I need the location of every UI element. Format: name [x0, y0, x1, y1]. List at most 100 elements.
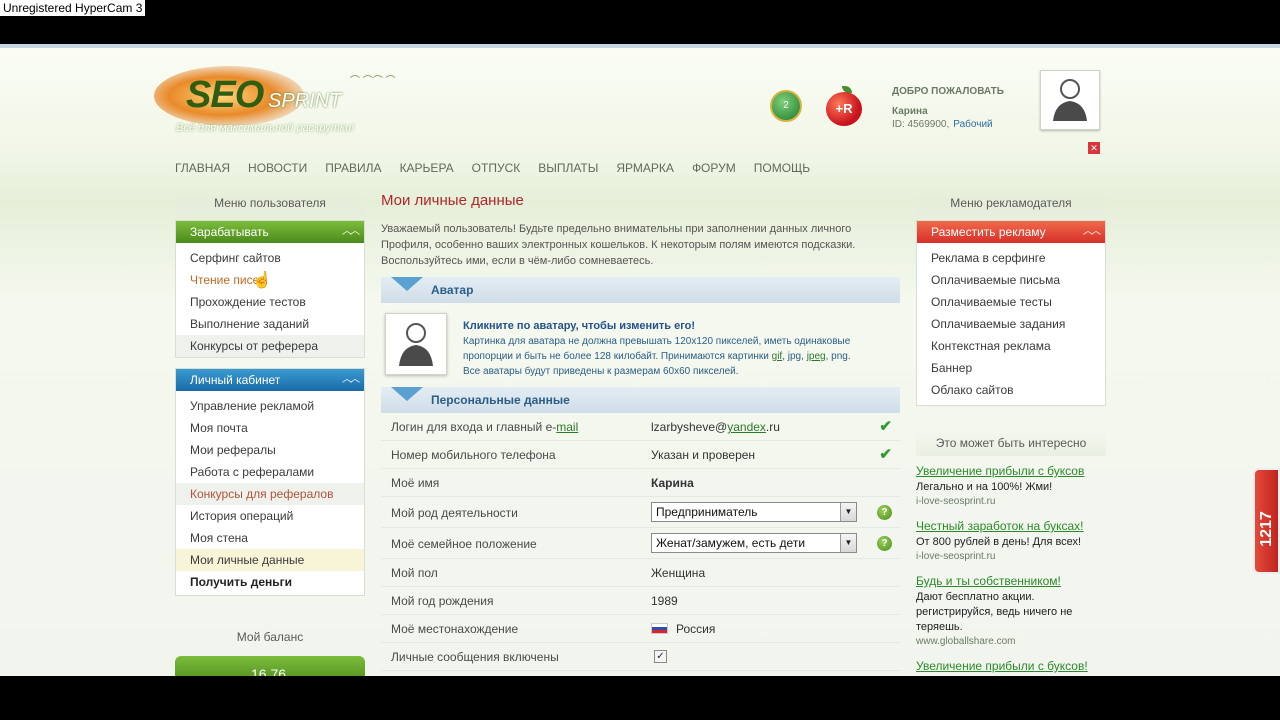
advertiser-menu-title: Меню рекламодателя — [916, 190, 1106, 216]
balance-value: 16.76 — [251, 666, 287, 676]
recorder-watermark: Unregistered HyperCam 3 — [0, 0, 146, 16]
profile-avatar[interactable] — [385, 313, 447, 375]
menu-tests[interactable]: Прохождение тестов — [176, 291, 364, 313]
row-phone: Номер мобильного телефона Указан и прове… — [381, 441, 900, 469]
welcome-block: ДОБРО ПОЖАЛОВАТЬ Карина ID: 4569900, Рабо… — [892, 86, 1032, 130]
row-location: Моё местонахождение Россия — [381, 615, 900, 643]
menu-tasks[interactable]: Выполнение заданий — [176, 313, 364, 335]
user-name: Карина — [892, 106, 928, 117]
intro-text: Уважаемый пользователь! Будьте предельно… — [381, 223, 856, 267]
nav-career[interactable]: КАРЬЕРА — [400, 161, 454, 175]
nav-forum[interactable]: ФОРУМ — [692, 161, 736, 175]
menu-personal-data[interactable]: Мои личные данные — [176, 549, 364, 571]
check-icon: ✔ — [879, 418, 892, 435]
chevron-up-icon[interactable]: ︿︿ — [342, 369, 360, 391]
menu-surfing[interactable]: Серфинг сайтов — [176, 247, 364, 269]
ad-site-cloud[interactable]: Облако сайтов — [917, 379, 1105, 401]
promo-link[interactable]: Будь и ты собственником! — [916, 574, 1106, 588]
ad-paid-mail[interactable]: Оплачиваемые письма — [917, 269, 1105, 291]
birth-year-value: 1989 — [651, 594, 678, 608]
chevron-up-icon[interactable]: ︿︿ — [342, 221, 360, 243]
ad-paid-tasks[interactable]: Оплачиваемые задания — [917, 313, 1105, 335]
avatar-person-icon — [399, 323, 433, 366]
browser-viewport: SEO SPRINT Всё для максимальной раскрутк… — [0, 44, 1280, 676]
nav-news[interactable]: НОВОСТИ — [248, 161, 307, 175]
hand-cursor-icon: ☝ — [252, 272, 272, 289]
promo-item: Будь и ты собственником! Дают бесплатно … — [916, 574, 1106, 647]
ad-paid-tests[interactable]: Оплачиваемые тесты — [917, 291, 1105, 313]
nav-help[interactable]: ПОМОЩЬ — [754, 161, 810, 175]
left-sidebar: Меню пользователя Зарабатывать ︿︿ Серфинг… — [175, 190, 365, 596]
right-sidebar: Меню рекламодателя Разместить рекламу ︿︿ … — [916, 190, 1106, 406]
medal-icon: 2 — [770, 90, 802, 122]
balance-title: Мой баланс — [236, 630, 304, 644]
interest-block: Это может быть интересно Увеличение приб… — [916, 430, 1106, 673]
avatar-row: Кликните по аватару, чтобы изменить его!… — [381, 303, 900, 387]
ads-box: Разместить рекламу ︿︿ Реклама в серфинге … — [916, 220, 1106, 406]
location-value: Россия — [651, 622, 715, 636]
nav-fair[interactable]: ЯРМАРКА — [616, 161, 674, 175]
help-icon[interactable]: ? — [877, 505, 892, 520]
row-occupation: Мой род деятельности Предприниматель ▼ ? — [381, 497, 900, 528]
name-value: Карина — [651, 476, 694, 490]
row-name: Моё имя Карина — [381, 469, 900, 497]
row-messages: Личные сообщения включены ✓ — [381, 643, 900, 671]
page-title: Мои личные данные — [381, 192, 524, 209]
messages-checkbox[interactable]: ✓ — [654, 650, 667, 663]
dropdown-arrow-icon[interactable]: ▼ — [840, 534, 856, 552]
user-status-link[interactable]: Рабочий — [953, 119, 992, 130]
nav-vacation[interactable]: ОТПУСК — [472, 161, 521, 175]
cabinet-header[interactable]: Личный кабинет ︿︿ — [176, 369, 364, 391]
menu-my-referrals[interactable]: Мои рефералы — [176, 439, 364, 461]
menu-get-money[interactable]: Получить деньги — [176, 571, 364, 593]
promo-link[interactable]: Увеличение прибыли с буксов! — [916, 659, 1106, 673]
balance-box[interactable]: 16.76 — [175, 656, 365, 676]
row-family: Моё семейное положение Женат/замужем, ес… — [381, 528, 900, 559]
close-icon[interactable]: ✕ — [1088, 142, 1100, 154]
promo-link[interactable]: Честный заработок на буксах! — [916, 519, 1106, 533]
promo-link[interactable]: Увеличение прибыли с буксов — [916, 464, 1106, 478]
promo-item: Честный заработок на буксах! От 800 рубл… — [916, 519, 1106, 562]
occupation-select[interactable]: Предприниматель ▼ — [651, 502, 857, 522]
birds-decoration: ⌒ ⌒⌒ ⌒ — [350, 76, 396, 87]
avatar-heading: Кликните по аватару, чтобы изменить его! — [463, 320, 696, 332]
nav-home[interactable]: ГЛАВНАЯ — [175, 161, 230, 175]
chevron-up-icon[interactable]: ︿︿ — [1083, 221, 1101, 243]
user-avatar[interactable] — [1040, 70, 1100, 130]
menu-referrer-contests[interactable]: Конкурсы от реферера — [176, 335, 364, 357]
family-select[interactable]: Женат/замужем, есть дети ▼ — [651, 533, 857, 553]
help-icon[interactable]: ? — [877, 536, 892, 551]
main-content: Мои личные данные Уважаемый пользователь… — [381, 192, 900, 671]
reputation-apple[interactable]: +R — [826, 86, 862, 128]
welcome-title: ДОБРО ПОЖАЛОВАТЬ — [892, 86, 1004, 97]
logo-tagline: Всё для максимальной раскрутки! — [176, 122, 355, 134]
promo-item: Увеличение прибыли с буксов! — [916, 659, 1106, 673]
promo-item: Увеличение прибыли с буксов Легально и н… — [916, 464, 1106, 507]
triangle-down-icon — [391, 277, 423, 291]
menu-referral-contests[interactable]: Конкурсы для рефералов — [176, 483, 364, 505]
apple-icon: +R — [826, 92, 862, 126]
check-icon: ✔ — [879, 446, 892, 463]
phone-value: Указан и проверен — [651, 448, 756, 462]
ad-context[interactable]: Контекстная реклама — [917, 335, 1105, 357]
triangle-down-icon — [391, 387, 423, 401]
dropdown-arrow-icon[interactable]: ▼ — [840, 503, 856, 521]
menu-referral-work[interactable]: Работа с рефералами — [176, 461, 364, 483]
ads-header[interactable]: Разместить рекламу ︿︿ — [917, 221, 1105, 243]
main-nav: ГЛАВНАЯ НОВОСТИ ПРАВИЛА КАРЬЕРА ОТПУСК В… — [175, 161, 828, 175]
menu-my-wall[interactable]: Моя стена — [176, 527, 364, 549]
user-menu-title: Меню пользователя — [175, 190, 365, 216]
cabinet-box: Личный кабинет ︿︿ Управление рекламой Моя… — [175, 368, 365, 596]
earn-header[interactable]: Зарабатывать ︿︿ — [176, 221, 364, 243]
menu-ad-management[interactable]: Управление рекламой — [176, 395, 364, 417]
ad-banner[interactable]: Баннер — [917, 357, 1105, 379]
nav-rules[interactable]: ПРАВИЛА — [325, 161, 381, 175]
menu-my-mail[interactable]: Моя почта — [176, 417, 364, 439]
rating-medal[interactable]: 2 — [764, 88, 808, 128]
avatar-section-header: Аватар — [381, 277, 900, 303]
feedback-side-tab[interactable]: 1217 — [1253, 468, 1280, 574]
site-logo[interactable]: SEO SPRINT Всё для максимальной раскрутк… — [150, 58, 410, 138]
nav-payouts[interactable]: ВЫПЛАТЫ — [538, 161, 598, 175]
menu-history[interactable]: История операций — [176, 505, 364, 527]
ad-surfing[interactable]: Реклама в серфинге — [917, 247, 1105, 269]
